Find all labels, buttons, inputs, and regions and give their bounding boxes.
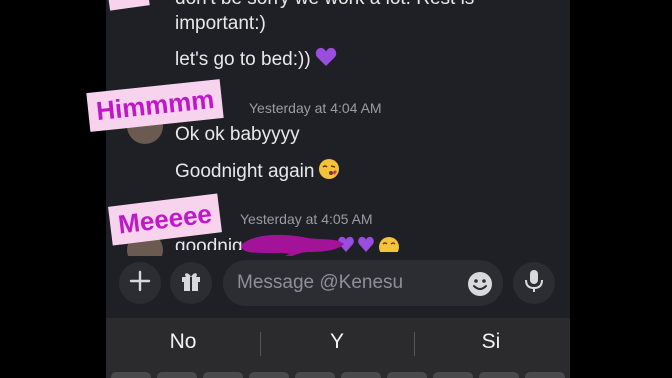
suggestion-y[interactable]: Y <box>287 330 387 354</box>
keyboard-key[interactable] <box>157 372 197 378</box>
message-input[interactable]: Message @Kenesu <box>223 260 503 306</box>
message-timestamp: Yesterday at 4:05 AM <box>240 211 373 227</box>
message-timestamp: Yesterday at 4:04 AM <box>249 100 382 116</box>
keyboard-key[interactable] <box>525 372 565 378</box>
screen: don't be sorry we work a lot. Rest is im… <box>0 0 672 378</box>
message-text: Goodnight again <box>175 158 340 186</box>
message-text: goodnig <box>175 236 243 250</box>
message-text-content: let's go to bed:)) <box>175 49 311 71</box>
message-input-placeholder: Message @Kenesu <box>237 272 404 293</box>
purple-heart-icon <box>315 47 337 73</box>
grin-emoji-icon <box>378 236 400 257</box>
message-text-content: Goodnight again <box>175 161 315 183</box>
keyboard-key[interactable] <box>111 372 151 378</box>
keyboard-key[interactable] <box>433 372 473 378</box>
message-text-content: goodnig <box>175 236 243 250</box>
emoji-icon <box>467 272 493 301</box>
emoji-button[interactable] <box>467 271 493 302</box>
keyboard-key[interactable] <box>203 372 243 378</box>
keyboard-key[interactable] <box>295 372 335 378</box>
message-text: let's go to bed:)) <box>175 47 337 73</box>
suggestion-si[interactable]: Si <box>441 330 541 354</box>
suggestion-divider <box>260 332 261 356</box>
kiss-emoji-icon <box>318 158 340 186</box>
gift-icon <box>179 269 203 298</box>
message-text: don't be sorry we work a lot. Rest is <box>175 0 474 10</box>
suggestion-no[interactable]: No <box>133 330 233 354</box>
keyboard-key[interactable] <box>479 372 519 378</box>
gift-button[interactable] <box>170 262 212 304</box>
keyboard-key[interactable] <box>387 372 427 378</box>
keyboard-key[interactable] <box>341 372 381 378</box>
message-text: important:) <box>175 13 266 34</box>
add-button[interactable] <box>119 262 161 304</box>
microphone-button[interactable] <box>513 262 555 304</box>
plus-icon <box>129 270 151 297</box>
microphone-icon <box>524 269 544 298</box>
keyboard-key[interactable] <box>249 372 289 378</box>
message-text: Ok ok babyyyy <box>175 124 300 145</box>
suggestion-divider <box>414 332 415 356</box>
